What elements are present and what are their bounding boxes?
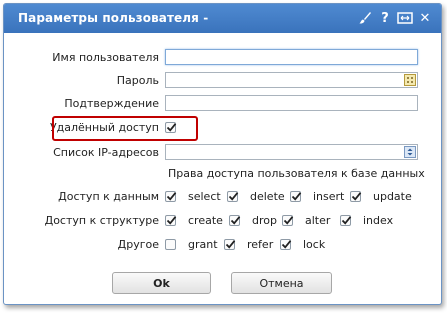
password-generator-icon[interactable] [403, 74, 416, 86]
permissions-header: Права доступа пользователя к базе данных [168, 167, 425, 180]
confirm-password-field[interactable] [165, 95, 418, 111]
lock-label: lock [303, 238, 326, 251]
close-icon[interactable]: ✕ [417, 9, 433, 27]
update-checkbox[interactable] [350, 191, 362, 202]
grant-label: grant [188, 238, 218, 251]
confirm-label: Подтверждение [64, 97, 159, 110]
password-label: Пароль [116, 74, 159, 87]
ip-list-label: Список IP-адресов [53, 146, 159, 159]
cancel-button[interactable]: Отмена [231, 272, 332, 294]
maximize-icon[interactable] [397, 9, 413, 27]
data-access-label: Доступ к данным [58, 190, 159, 203]
dialog-titlebar[interactable]: Параметры пользователя - ? ✕ [4, 4, 441, 33]
ip-list-spinner-icon[interactable] [403, 146, 416, 158]
alter-checkbox[interactable] [282, 215, 294, 226]
grant-checkbox[interactable] [165, 239, 176, 250]
drop-checkbox[interactable] [229, 215, 241, 226]
user-settings-dialog: Параметры пользователя - ? ✕ Имя пользов… [3, 3, 442, 305]
index-checkbox[interactable] [340, 215, 352, 226]
create-checkbox[interactable] [165, 215, 177, 226]
update-label: update [373, 190, 412, 203]
delete-checkbox[interactable] [227, 191, 239, 202]
lock-checkbox[interactable] [280, 239, 292, 250]
select-label: select [188, 190, 221, 203]
alter-label: alter [305, 214, 331, 227]
drop-label: drop [252, 214, 277, 227]
insert-label: insert [313, 190, 345, 203]
refer-label: refer [247, 238, 274, 251]
titlebar-icons: ? ✕ [353, 9, 433, 27]
delete-label: delete [250, 190, 285, 203]
index-label: index [363, 214, 394, 227]
help-icon[interactable]: ? [377, 9, 393, 27]
insert-checkbox[interactable] [290, 191, 302, 202]
ip-list-field[interactable] [165, 144, 418, 160]
structure-access-label: Доступ к структуре [44, 214, 159, 227]
brush-icon[interactable] [357, 9, 373, 27]
password-field[interactable] [165, 72, 418, 88]
refer-checkbox[interactable] [224, 239, 236, 250]
username-label: Имя пользователя [52, 51, 159, 64]
dialog-title: Параметры пользователя - [18, 11, 209, 25]
remote-access-highlight [52, 116, 198, 141]
username-field[interactable] [165, 49, 418, 65]
select-checkbox[interactable] [165, 191, 177, 202]
create-label: create [188, 214, 223, 227]
other-label: Другое [117, 238, 159, 251]
ok-button[interactable]: Ok [112, 272, 211, 294]
